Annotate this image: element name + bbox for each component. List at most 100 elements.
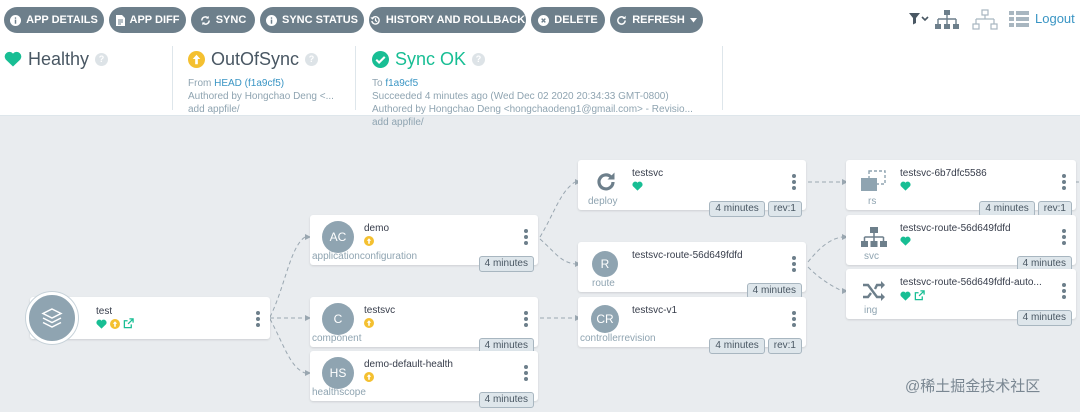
node-kind: healthscope (312, 387, 366, 398)
node-name: testsvc-route-56d649fdfd (632, 250, 743, 261)
kind-badge: AC (322, 221, 354, 253)
heart-icon (900, 181, 911, 191)
to-prefix: To (372, 78, 386, 89)
sync-label: SYNC (215, 14, 247, 26)
help-icon[interactable]: ? (472, 52, 486, 66)
heart-icon (900, 236, 911, 246)
kind-badge: C (322, 303, 354, 335)
service-icon (858, 221, 890, 253)
age-tag: 4 minutes (709, 201, 765, 217)
resource-node-route[interactable]: R route testsvc-route-56d649fdfd 4 minut… (578, 242, 806, 299)
sync-author: Authored by Hongchao Deng <... (188, 91, 334, 102)
resource-node-rs[interactable]: rs testsvc-6b7dfc5586 4 minutes rev:1 (846, 160, 1076, 217)
external-link-icon[interactable] (123, 318, 134, 329)
arrow-up-circle-icon (364, 318, 374, 328)
toolbar: APP DETAILS APP DIFF SYNC SYNC STATUS HI… (0, 0, 1080, 40)
arrow-up-circle-icon (110, 318, 120, 329)
app-details-button[interactable]: APP DETAILS (4, 7, 104, 33)
node-kind: route (592, 278, 615, 289)
operation-time: Succeeded 4 minutes ago (Wed Dec 02 2020… (372, 91, 669, 102)
node-menu-button[interactable] (524, 311, 528, 327)
node-menu-button[interactable] (1062, 174, 1066, 190)
check-circle-icon (372, 50, 389, 68)
node-kind: rs (868, 196, 877, 207)
deployment-icon (590, 166, 622, 198)
divider (172, 46, 173, 110)
list-view-icon[interactable] (1008, 9, 1030, 29)
node-menu-button[interactable] (256, 311, 260, 327)
kind-badge: HS (322, 357, 354, 389)
delete-button[interactable]: DELETE (531, 7, 605, 33)
sync-button[interactable]: SYNC (191, 7, 255, 33)
app-node-name: test (96, 306, 113, 317)
age-tag: 4 minutes (478, 392, 534, 408)
resource-node-ing[interactable]: ing testsvc-route-56d649fdfd-auto... 4 m… (846, 269, 1076, 326)
node-kind: svc (864, 251, 879, 262)
resource-node-controllerrevision[interactable]: CR controllerrevision testsvc-v1 4 minut… (578, 297, 806, 354)
network-view-icon[interactable] (972, 9, 998, 31)
resource-node-component[interactable]: C component testsvc 4 minutes (310, 297, 538, 354)
arrow-up-circle-icon (364, 372, 374, 382)
history-rollback-label: HISTORY AND ROLLBACK (385, 14, 526, 26)
node-menu-button[interactable] (792, 174, 796, 190)
age-tag: 4 minutes (709, 338, 765, 354)
resource-node-deploy[interactable]: deploy testsvc 4 minutes rev:1 (578, 160, 806, 217)
history-icon (370, 15, 380, 25)
health-status: Healthy ? (4, 46, 164, 72)
help-icon[interactable]: ? (305, 52, 319, 66)
node-name: demo (364, 223, 390, 234)
node-kind: controllerrevision (580, 333, 656, 344)
file-icon (115, 14, 125, 26)
help-icon[interactable]: ? (95, 52, 109, 66)
app-diff-label: APP DIFF (129, 14, 180, 26)
node-name: testsvc-6b7dfc5586 (900, 168, 987, 179)
info-icon (10, 14, 22, 26)
shuffle-icon (858, 275, 890, 307)
kind-badge: CR (591, 305, 619, 333)
revision-tag: rev:1 (767, 338, 802, 354)
tree-view-icon[interactable] (934, 9, 960, 31)
sync-status-button[interactable]: SYNC STATUS (260, 7, 364, 33)
app-details-label: APP DETAILS (26, 14, 98, 26)
node-name: testsvc (632, 168, 664, 179)
arrow-up-circle-icon (364, 236, 374, 246)
refresh-button[interactable]: REFRESH (610, 7, 703, 33)
operation-title: Sync OK (395, 48, 467, 69)
kind-badge: R (592, 251, 618, 277)
node-menu-button[interactable] (792, 256, 796, 272)
age-tag: 4 minutes (478, 256, 534, 272)
status-panel: Healthy ? OutOfSync ? From HEAD (f1a9cf5… (0, 40, 1080, 128)
node-kind: ing (864, 305, 878, 316)
resource-node-svc[interactable]: svc testsvc-route-56d649fdfd 4 minutes (846, 215, 1076, 272)
node-menu-button[interactable] (1062, 229, 1066, 245)
node-menu-button[interactable] (524, 365, 528, 381)
node-menu-button[interactable] (792, 311, 796, 327)
resource-tree: test AC applicationconfiguration demo 4 … (0, 117, 1080, 412)
app-diff-button[interactable]: APP DIFF (109, 7, 186, 33)
resource-node-demo[interactable]: AC applicationconfiguration demo 4 minut… (310, 215, 538, 272)
node-name: testsvc (364, 305, 396, 316)
node-name: testsvc-route-56d649fdfd-auto... (900, 277, 1042, 288)
resource-node-healthscope[interactable]: HS healthscope demo-default-health 4 min… (310, 351, 538, 408)
health-title: Healthy (28, 48, 90, 69)
from-prefix: From (188, 78, 215, 89)
node-menu-button[interactable] (1062, 283, 1066, 299)
watermark: @稀土掘金技术社区 (905, 378, 1041, 395)
to-revision-link[interactable]: f1a9cf5 (385, 78, 418, 89)
filter-icon[interactable] (908, 9, 930, 29)
node-kind: component (312, 333, 362, 344)
close-circle-icon (538, 14, 550, 26)
node-menu-button[interactable] (524, 229, 528, 245)
delete-label: DELETE (554, 14, 598, 26)
info-icon (266, 14, 277, 26)
operation-author: Authored by Hongchao Deng <hongchaodeng1… (372, 104, 693, 115)
from-revision-link[interactable]: HEAD (f1a9cf5) (214, 78, 284, 89)
external-link-icon[interactable] (914, 290, 925, 301)
refresh-icon (617, 15, 627, 25)
node-name: demo-default-health (364, 359, 453, 370)
history-rollback-button[interactable]: HISTORY AND ROLLBACK (369, 7, 526, 33)
sync-title: OutOfSync (211, 48, 300, 69)
caret-down-icon (689, 17, 697, 22)
divider (355, 46, 356, 110)
logout-link[interactable]: Logout (1035, 11, 1075, 26)
